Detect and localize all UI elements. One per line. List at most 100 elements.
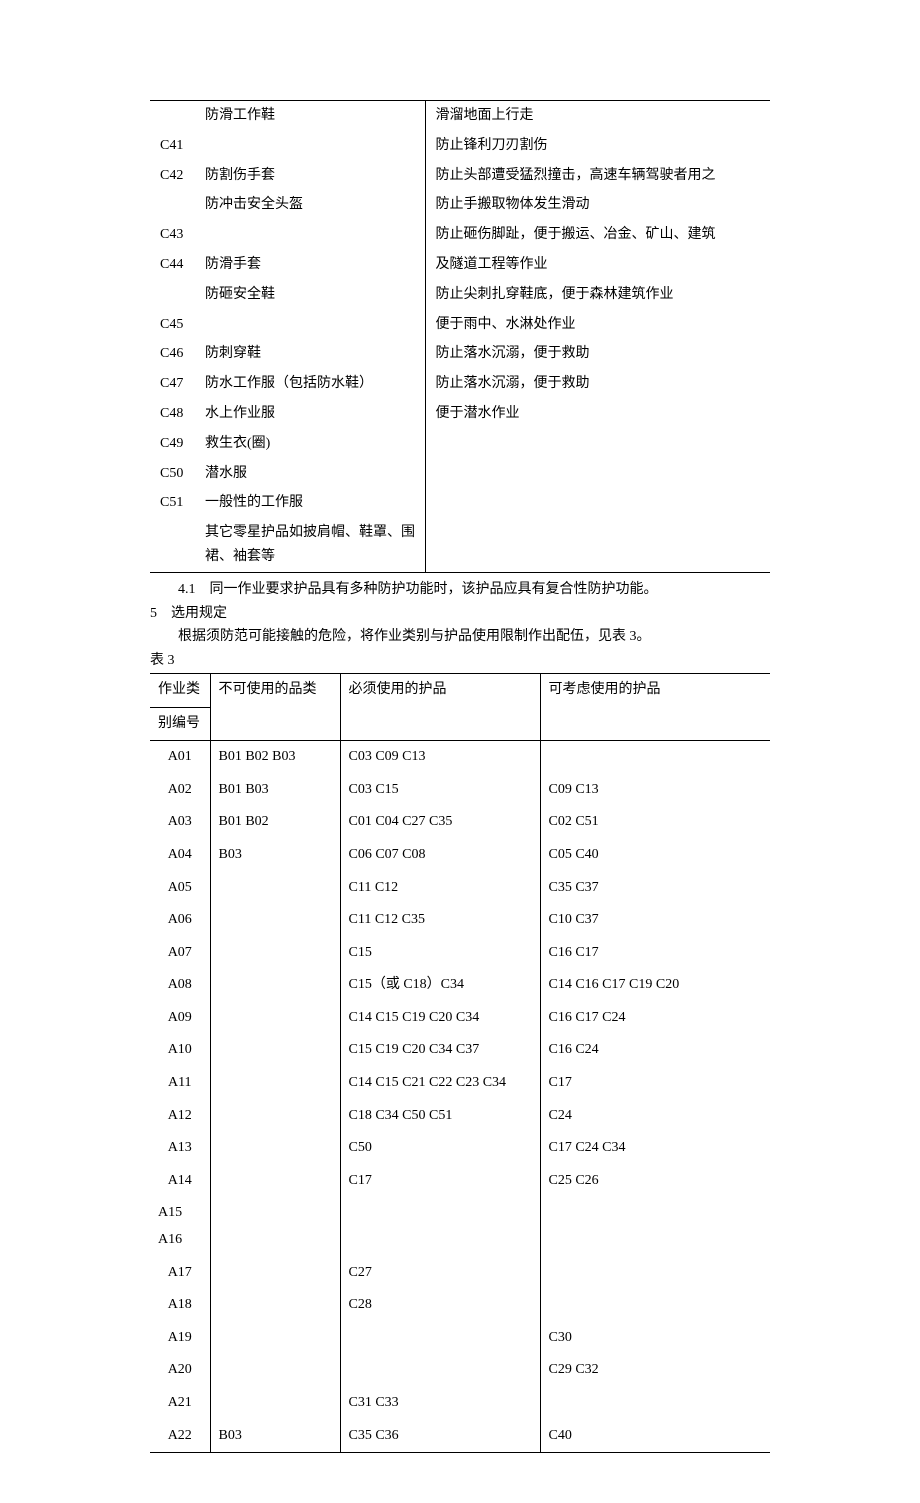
table-row: [540, 1387, 770, 1420]
table-row: A06: [150, 904, 210, 937]
table-row: A14: [150, 1165, 210, 1198]
table-row: A08: [150, 969, 210, 1002]
bottom-table: 作业类 不可使用的品类 必须使用的护品 可考虑使用的护品 别编号 A01B01 …: [150, 673, 770, 1453]
table-row-desc: 防止落水沉溺，便于救助: [425, 339, 770, 369]
table-row: [210, 872, 340, 905]
table-row: [210, 1197, 340, 1256]
table-row: A13: [150, 1132, 210, 1165]
table-row-name: [200, 310, 425, 340]
table-row-desc: 防止落水沉溺，便于救助: [425, 369, 770, 399]
table-row: A11: [150, 1067, 210, 1100]
table-row-code: C46: [150, 339, 200, 369]
table-row: A09: [150, 1002, 210, 1035]
header-col1b: 别编号: [150, 707, 210, 741]
table-row: C11 C12: [340, 872, 540, 905]
table-row: [540, 1257, 770, 1290]
table-row: A03: [150, 806, 210, 839]
header-col2: 不可使用的品类: [210, 673, 340, 740]
table-row: A12: [150, 1100, 210, 1133]
table-row-code: C42: [150, 161, 200, 191]
table-row-name: 防水工作服（包括防水鞋）: [200, 369, 425, 399]
table-row-desc: 滑溜地面上行走: [425, 101, 770, 131]
table-row: [540, 741, 770, 774]
table-row: C18 C34 C50 C51: [340, 1100, 540, 1133]
table-row: [340, 1354, 540, 1387]
table-row: B01 B03: [210, 774, 340, 807]
table-row: [540, 1289, 770, 1322]
table-row-name: [200, 220, 425, 250]
table-row: C15（或 C18）C34: [340, 969, 540, 1002]
table-row: C25 C26: [540, 1165, 770, 1198]
table-row: A05: [150, 872, 210, 905]
table-row: C11 C12 C35: [340, 904, 540, 937]
header-col3: 必须使用的护品: [340, 673, 540, 740]
table-row: [210, 1322, 340, 1355]
table-row-name: 防割伤手套: [200, 161, 425, 191]
table-row: C27: [340, 1257, 540, 1290]
table-row: B03: [210, 1420, 340, 1453]
table-row-name: 防滑手套: [200, 250, 425, 280]
table-row: [210, 1002, 340, 1035]
table-row: [210, 1100, 340, 1133]
table-row: A10: [150, 1034, 210, 1067]
table-row-desc: 防止尖刺扎穿鞋底，便于森林建筑作业: [425, 280, 770, 310]
header-col4: 可考虑使用的护品: [540, 673, 770, 740]
table-row: C06 C07 C08: [340, 839, 540, 872]
table-row: [210, 1067, 340, 1100]
table-row: A15 A16: [150, 1197, 210, 1256]
para-4-1: 4.1 同一作业要求护品具有多种防护功能时，该护品应具有复合性防护功能。: [150, 578, 770, 602]
table-row-desc: 防止手搬取物体发生滑动: [425, 190, 770, 220]
table-row: A18: [150, 1289, 210, 1322]
table-row: A02: [150, 774, 210, 807]
table-row-name: 防砸安全鞋: [200, 280, 425, 310]
table-row-code: [150, 101, 200, 131]
table-row: [210, 1034, 340, 1067]
table-row-code: [150, 190, 200, 220]
table-row-desc: 防止锋利刀刃割伤: [425, 131, 770, 161]
table-row: C35 C37: [540, 872, 770, 905]
table-row-desc: [425, 459, 770, 489]
table-row-name: 防滑工作鞋: [200, 101, 425, 131]
table-row-desc: 防止头部遭受猛烈撞击，高速车辆驾驶者用之: [425, 161, 770, 191]
table-row: C03 C09 C13: [340, 741, 540, 774]
table-row: [210, 1257, 340, 1290]
table-row: A01: [150, 741, 210, 774]
table-row-name: 救生衣(圈): [200, 429, 425, 459]
table-row: C16 C17 C24: [540, 1002, 770, 1035]
table-row: C17: [340, 1165, 540, 1198]
para-5: 5 选用规定: [150, 602, 770, 626]
table-row-desc: 及隧道工程等作业: [425, 250, 770, 280]
table-row: [210, 1289, 340, 1322]
table-row: C10 C37: [540, 904, 770, 937]
table-row-code: C49: [150, 429, 200, 459]
table-row: C29 C32: [540, 1354, 770, 1387]
table-row: C02 C51: [540, 806, 770, 839]
table-row-code: C47: [150, 369, 200, 399]
table-row-desc: [425, 488, 770, 518]
para-5-desc: 根据须防范可能接触的危险，将作业类别与护品使用限制作出配伍，见表 3。: [150, 625, 770, 649]
table-row: C14 C15 C19 C20 C34: [340, 1002, 540, 1035]
table-row: C16 C24: [540, 1034, 770, 1067]
table-row: [540, 1197, 770, 1256]
table-row: C15 C19 C20 C34 C37: [340, 1034, 540, 1067]
table-row-desc: 防止砸伤脚趾，便于搬运、冶金、矿山、建筑: [425, 220, 770, 250]
table-row: [210, 1132, 340, 1165]
table-row: C17 C24 C34: [540, 1132, 770, 1165]
table-row: C31 C33: [340, 1387, 540, 1420]
table-row: A22: [150, 1420, 210, 1453]
table-row-desc: 便于潜水作业: [425, 399, 770, 429]
table-row: A19: [150, 1322, 210, 1355]
table-row: [210, 1387, 340, 1420]
table-row: C24: [540, 1100, 770, 1133]
table-row: A21: [150, 1387, 210, 1420]
table-row-desc: [425, 429, 770, 459]
table-row: [210, 1165, 340, 1198]
table-row-code: C50: [150, 459, 200, 489]
table-row: C03 C15: [340, 774, 540, 807]
top-table: 防滑工作鞋滑溜地面上行走C41防止锋利刀刃割伤C42防割伤手套防止头部遭受猛烈撞…: [150, 100, 770, 573]
table-row: A07: [150, 937, 210, 970]
table-row-desc: 便于雨中、水淋处作业: [425, 310, 770, 340]
table-row-code: C51: [150, 488, 200, 518]
table-row-code: C45: [150, 310, 200, 340]
table-row: C14 C15 C21 C22 C23 C34: [340, 1067, 540, 1100]
